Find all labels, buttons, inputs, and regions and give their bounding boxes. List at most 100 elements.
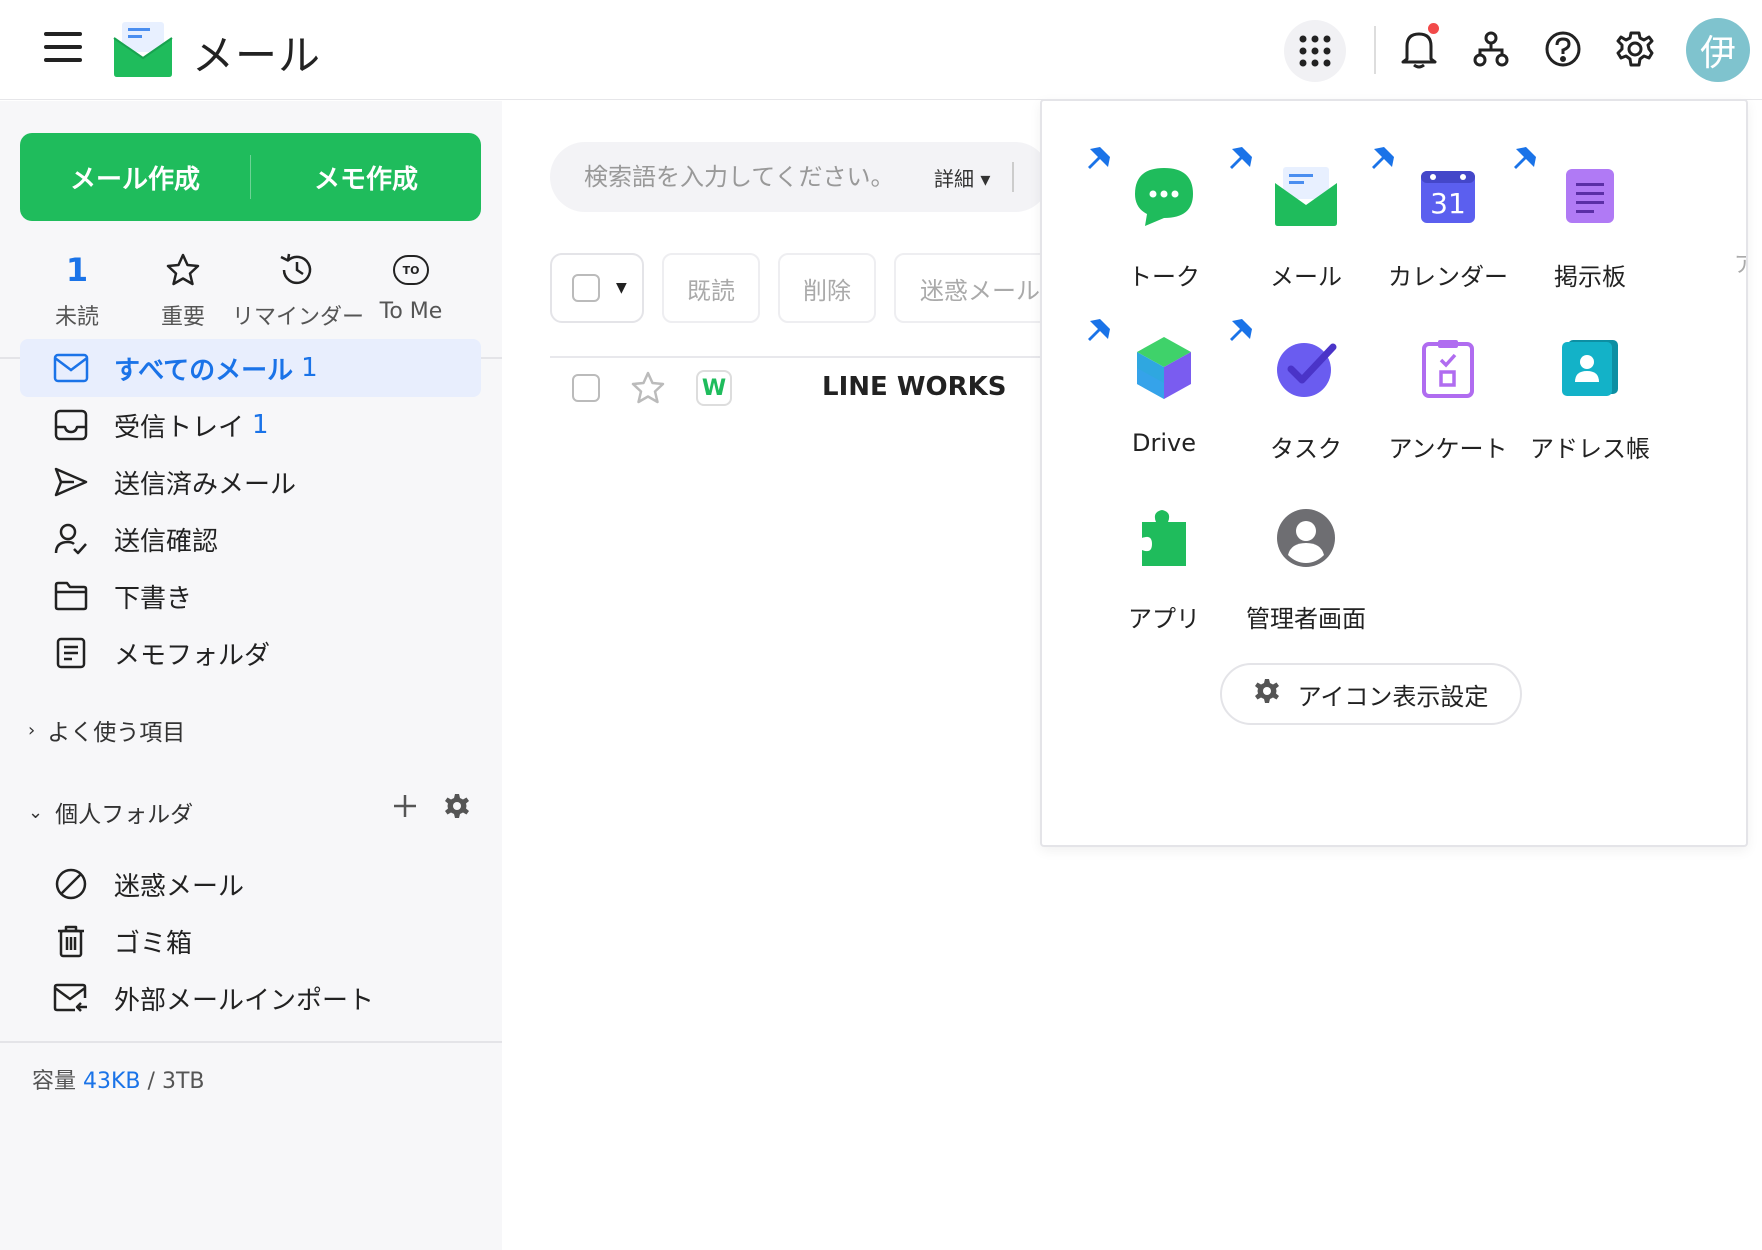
- gear-icon[interactable]: [1612, 26, 1658, 72]
- folder-label: ゴミ箱: [114, 928, 193, 959]
- page-title: メール: [192, 31, 322, 80]
- talk-icon: [1127, 159, 1201, 233]
- app-apps[interactable]: アプリ: [1084, 501, 1244, 634]
- search-detail-button[interactable]: 詳細 ▾: [934, 163, 990, 192]
- mail-row[interactable]: W LINE WORKS: [550, 362, 1050, 424]
- inbox-icon: [52, 406, 90, 444]
- storage-info: 容量 43KB / 3TB: [32, 1063, 204, 1095]
- star-icon[interactable]: [630, 370, 666, 410]
- app-survey[interactable]: アンケート: [1368, 331, 1528, 464]
- envelope-icon: [52, 349, 90, 387]
- icon-display-settings-button[interactable]: アイコン表示設定: [1220, 663, 1522, 725]
- apps-grid-icon[interactable]: [1284, 20, 1346, 82]
- header-divider: [1374, 26, 1376, 74]
- trash-icon: [52, 922, 90, 960]
- app-label: メール: [1270, 263, 1342, 291]
- compose-memo-button[interactable]: メモ作成: [251, 133, 481, 221]
- app-header: メール 伊: [0, 0, 1762, 100]
- folder-label: 外部メールインポート: [114, 985, 375, 1016]
- folder-sent[interactable]: 送信済みメール: [20, 453, 481, 511]
- delete-button[interactable]: 削除: [778, 253, 876, 323]
- folder-drafts[interactable]: 下書き: [20, 567, 481, 625]
- app-drive[interactable]: Drive: [1084, 331, 1244, 457]
- search-bar: 詳細 ▾: [550, 142, 1050, 212]
- personal-folders-section[interactable]: ⌄ 個人フォルダ: [28, 795, 193, 829]
- mail-checkbox[interactable]: [572, 374, 600, 402]
- bell-icon[interactable]: [1396, 23, 1442, 72]
- folder-trash[interactable]: ゴミ箱: [20, 912, 481, 970]
- sidebar-divider: [0, 1041, 502, 1043]
- section-label: よく使う項目: [47, 720, 186, 746]
- mark-read-button[interactable]: 既読: [662, 253, 760, 323]
- folder-label: 送信確認: [114, 526, 219, 557]
- folder-spam[interactable]: 迷惑メール: [20, 855, 481, 913]
- app-label: カレンダー: [1388, 263, 1508, 291]
- section-label: 個人フォルダ: [55, 802, 194, 828]
- app-mail[interactable]: メール: [1226, 159, 1386, 292]
- folder-sent-confirm[interactable]: 送信確認: [20, 510, 481, 568]
- gear-icon: [1254, 678, 1280, 710]
- list-divider: [550, 356, 1050, 358]
- mail-sender: LINE WORKS: [822, 372, 1007, 402]
- help-icon[interactable]: [1540, 26, 1586, 72]
- detail-label: 詳細: [934, 166, 974, 191]
- block-icon: [52, 865, 90, 903]
- storage-total: 3TB: [161, 1069, 205, 1094]
- folder-settings-icon[interactable]: [444, 793, 470, 823]
- favorites-section[interactable]: › よく使う項目: [28, 713, 185, 747]
- folder-external-import[interactable]: 外部メールインポート: [20, 969, 481, 1027]
- app-label: アドレス帳: [1530, 435, 1650, 463]
- important-label: 重要: [160, 305, 205, 330]
- chevron-right-icon: ›: [28, 719, 36, 741]
- folder-all-mail[interactable]: すべてのメール 1: [20, 339, 481, 397]
- sender-logo-icon: W: [696, 370, 732, 406]
- admin-icon: [1269, 501, 1343, 575]
- compose-mail-button[interactable]: メール作成: [20, 133, 250, 221]
- app-label: Drive: [1132, 429, 1196, 457]
- memo-icon: [52, 634, 90, 672]
- folder-count: 1: [301, 353, 318, 383]
- folder-label: 受信トレイ: [114, 412, 245, 443]
- add-folder-icon[interactable]: [392, 793, 418, 823]
- search-divider: [1012, 162, 1015, 192]
- search-input[interactable]: [584, 163, 924, 191]
- storage-label: 容量: [32, 1069, 77, 1094]
- folder-label: すべてのメール: [114, 355, 294, 386]
- quick-reminder[interactable]: リマインダー: [232, 249, 365, 331]
- folder-inbox[interactable]: 受信トレイ 1: [20, 396, 481, 454]
- select-all-dropdown[interactable]: ▼: [550, 253, 644, 323]
- quick-to-me[interactable]: TO To Me: [346, 249, 476, 324]
- folder-memo[interactable]: メモフォルダ: [20, 624, 481, 682]
- calendar-icon: 31: [1411, 159, 1485, 233]
- reminder-label: リマインダー: [232, 305, 365, 330]
- chevron-down-icon: ⌄: [28, 801, 44, 823]
- notification-dot: [1428, 23, 1439, 34]
- board-icon: [1553, 159, 1627, 233]
- menu-icon[interactable]: [44, 32, 82, 66]
- app-admin[interactable]: 管理者画面: [1226, 501, 1386, 634]
- app-talk[interactable]: トーク: [1084, 159, 1244, 292]
- app-address-book[interactable]: アドレス帳: [1510, 331, 1670, 464]
- folder-count: 1: [252, 410, 269, 440]
- folder-label: 迷惑メール: [114, 871, 245, 902]
- app-calendar[interactable]: 31 カレンダー: [1368, 159, 1528, 292]
- task-icon: [1269, 331, 1343, 405]
- quick-important[interactable]: 重要: [118, 249, 248, 331]
- org-chart-icon[interactable]: [1468, 26, 1514, 72]
- sidebar: メール作成 メモ作成 1 未読 重要 リマインダー TO To Me すべてのメ…: [0, 101, 502, 1250]
- app-label: アプリ: [1128, 605, 1200, 633]
- storage-separator: /: [147, 1069, 155, 1094]
- app-board[interactable]: 掲示板: [1510, 159, 1670, 292]
- app-puzzle-icon: [1127, 501, 1201, 575]
- avatar[interactable]: 伊: [1686, 18, 1750, 82]
- app-label: 掲示板: [1554, 263, 1626, 291]
- to-me-label: To Me: [379, 299, 443, 324]
- caret-down-icon: ▼: [616, 280, 627, 296]
- app-task[interactable]: タスク: [1226, 331, 1386, 464]
- storage-used: 43KB: [83, 1069, 141, 1094]
- spam-button[interactable]: 迷惑メール: [894, 253, 1064, 323]
- apps-popup: トーク メール 31 カレンダー 掲示板 Drive タスク アンケート アドレ…: [1040, 99, 1748, 847]
- star-icon: [118, 249, 248, 291]
- personal-folder-tools: [392, 793, 470, 823]
- select-all-checkbox[interactable]: [572, 274, 600, 302]
